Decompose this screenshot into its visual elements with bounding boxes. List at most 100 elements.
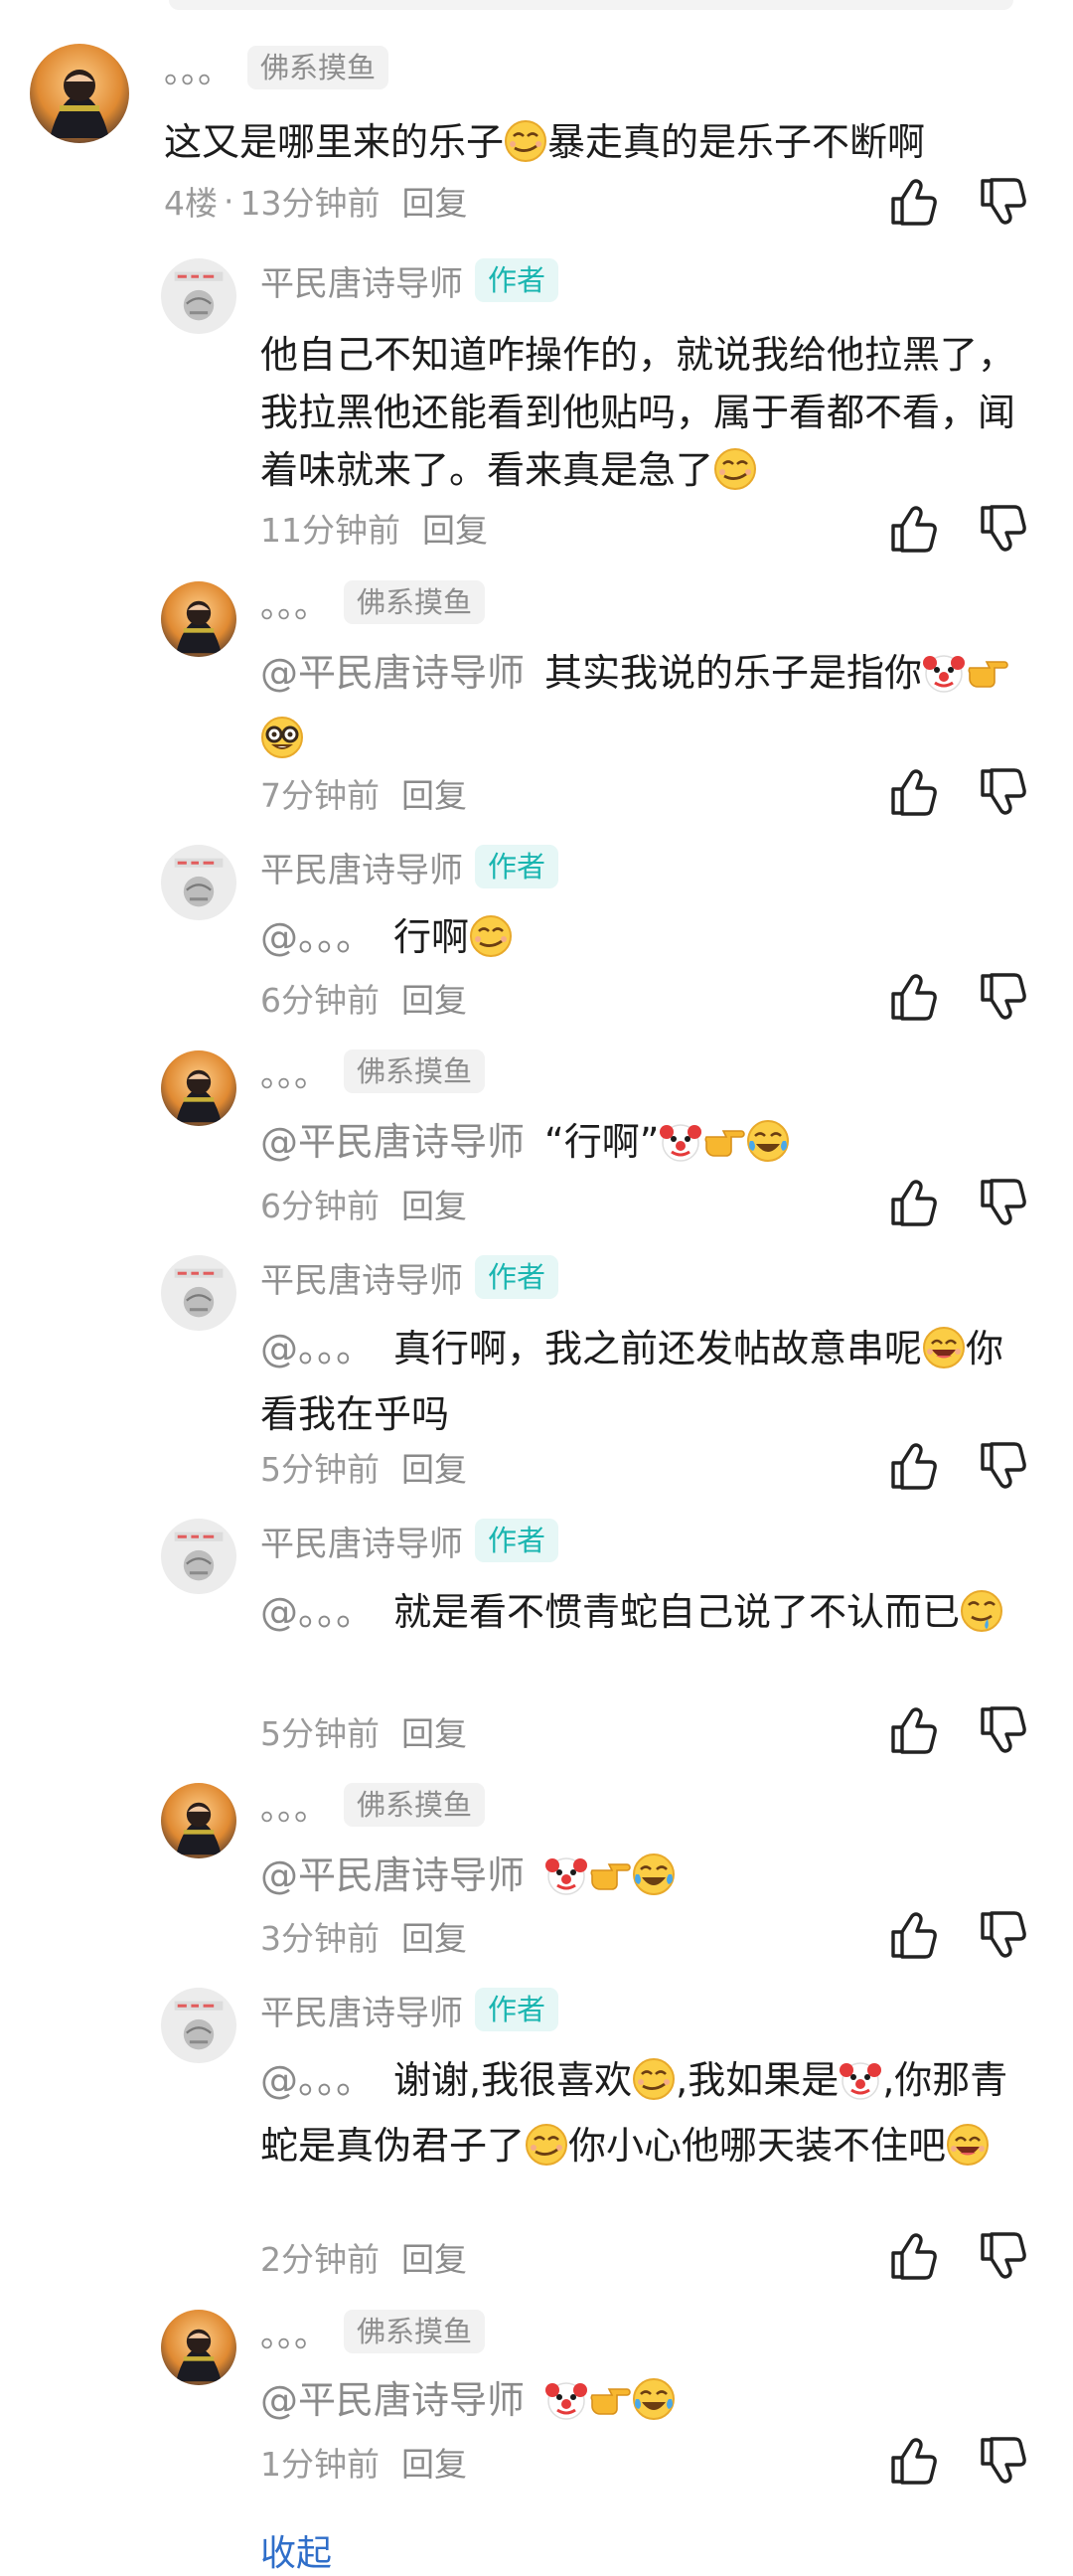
thumbs-down-icon[interactable] bbox=[977, 2434, 1030, 2488]
avatar[interactable] bbox=[161, 1988, 236, 2063]
user-badge: 佛系摸鱼 bbox=[344, 1049, 486, 1093]
pointing-right-emoji bbox=[966, 650, 1009, 710]
comment-text: @。。。 行啊 bbox=[260, 908, 1030, 974]
collapse-button[interactable]: 收起 bbox=[260, 2524, 332, 2576]
meta-separator: · bbox=[224, 181, 234, 221]
comment-text-segment: 这又是哪里来的乐子 bbox=[164, 120, 505, 164]
thumbs-down-icon[interactable] bbox=[977, 1908, 1030, 1962]
avatar[interactable] bbox=[161, 845, 236, 920]
reply-button[interactable]: 回复 bbox=[402, 177, 468, 225]
thumbs-up-icon[interactable] bbox=[887, 1439, 941, 1493]
thumbs-down-icon[interactable] bbox=[977, 2229, 1030, 2283]
thumbs-down-icon[interactable] bbox=[977, 970, 1030, 1024]
comment-text-segment: 谢谢,我很喜欢 bbox=[393, 2058, 633, 2102]
mention-link[interactable]: @。。。 bbox=[260, 915, 374, 959]
thumbs-down-icon[interactable] bbox=[977, 175, 1030, 229]
thumbs-down-icon[interactable] bbox=[977, 1439, 1030, 1493]
username[interactable]: 。。。 bbox=[164, 44, 231, 92]
comment-text: 这又是哪里来的乐子 暴走真的是乐子不断啊 bbox=[164, 113, 1028, 179]
reply-button[interactable]: 回复 bbox=[401, 1180, 467, 1227]
reply-button[interactable]: 回复 bbox=[422, 504, 488, 552]
mention-link[interactable]: @。。。 bbox=[260, 2058, 374, 2102]
nerd-face-emoji bbox=[260, 716, 304, 775]
reply-button[interactable]: 回复 bbox=[401, 2438, 467, 2486]
username[interactable]: 平民唐诗导师 bbox=[260, 256, 463, 305]
tears-of-joy-face-emoji bbox=[746, 1119, 790, 1179]
comment-text: @平民唐诗导师 其实我说的乐子是指你 bbox=[260, 644, 1030, 775]
pointing-right-emoji bbox=[588, 1852, 632, 1912]
author-badge: 作者 bbox=[475, 1988, 559, 2031]
avatar[interactable] bbox=[161, 1050, 236, 1126]
comment-time: 11分钟前 bbox=[260, 511, 400, 550]
reply-button[interactable]: 回复 bbox=[401, 1707, 467, 1755]
pointing-right-emoji bbox=[702, 1119, 746, 1179]
username[interactable]: 平民唐诗导师 bbox=[260, 1253, 463, 1302]
thumbs-up-icon[interactable] bbox=[887, 1908, 941, 1962]
thumbs-up-icon[interactable] bbox=[887, 502, 941, 556]
mention-link[interactable]: @平民唐诗导师 bbox=[260, 1853, 525, 1897]
thumbs-down-icon[interactable] bbox=[977, 765, 1030, 819]
smirk-face-emoji bbox=[632, 2057, 676, 2117]
clown-face-emoji bbox=[922, 650, 966, 710]
clown-face-emoji bbox=[659, 1119, 702, 1179]
avatar[interactable] bbox=[161, 581, 236, 657]
avatar[interactable] bbox=[30, 44, 129, 143]
user-badge: 佛系摸鱼 bbox=[344, 580, 486, 624]
reply-button[interactable]: 回复 bbox=[401, 1912, 467, 1960]
thumbs-down-icon[interactable] bbox=[977, 1176, 1030, 1229]
user-badge: 佛系摸鱼 bbox=[344, 1783, 486, 1827]
thumbs-up-icon[interactable] bbox=[887, 1176, 941, 1229]
username[interactable]: 平民唐诗导师 bbox=[260, 1517, 463, 1565]
avatar[interactable] bbox=[161, 2310, 236, 2385]
tears-of-joy-face-emoji bbox=[632, 1852, 676, 1912]
comment-text: @。。。 就是看不惯青蛇自己说了不认而已 bbox=[260, 1583, 1030, 1649]
comment-text: @。。。 真行啊，我之前还发帖故意串呢 你看我在乎吗 bbox=[260, 1320, 1030, 1443]
avatar[interactable] bbox=[161, 1255, 236, 1331]
author-badge: 作者 bbox=[475, 845, 559, 888]
comment-text: 他自己不知道咋操作的，就说我给他拉黑了，我拉黑他还能看到他贴吗，属于看都不看，闻… bbox=[260, 326, 1030, 507]
comment-time: 1分钟前 bbox=[260, 2445, 380, 2484]
username[interactable]: 。。。 bbox=[260, 1781, 328, 1830]
avatar[interactable] bbox=[161, 1519, 236, 1594]
thumbs-up-icon[interactable] bbox=[887, 970, 941, 1024]
username[interactable]: 平民唐诗导师 bbox=[260, 843, 463, 891]
reply-button[interactable]: 回复 bbox=[401, 974, 467, 1022]
mention-link[interactable]: @。。。 bbox=[260, 1327, 374, 1370]
thumbs-up-icon[interactable] bbox=[887, 175, 941, 229]
username[interactable]: 。。。 bbox=[260, 2308, 328, 2356]
drooling-face-emoji bbox=[960, 1589, 1003, 1649]
mention-link[interactable]: @平民唐诗导师 bbox=[260, 651, 525, 695]
comment-text: @平民唐诗导师 bbox=[260, 2371, 1030, 2437]
smirk-face-emoji bbox=[713, 447, 757, 507]
username[interactable]: 。。。 bbox=[260, 1047, 328, 1096]
thumbs-down-icon[interactable] bbox=[977, 1703, 1030, 1757]
avatar[interactable] bbox=[161, 258, 236, 334]
reply-button[interactable]: 回复 bbox=[401, 769, 467, 817]
comment-text-segment: 真行啊，我之前还发帖故意串呢 bbox=[393, 1327, 923, 1370]
mention-link[interactable]: @平民唐诗导师 bbox=[260, 1120, 525, 1164]
mention-link[interactable]: @。。。 bbox=[260, 1590, 374, 1634]
avatar[interactable] bbox=[161, 1783, 236, 1858]
reply-button[interactable]: 回复 bbox=[401, 1443, 467, 1491]
comment-time: 13分钟前 bbox=[239, 184, 381, 223]
mention-link[interactable]: @平民唐诗导师 bbox=[260, 2378, 525, 2422]
smirk-face-emoji bbox=[504, 119, 547, 179]
floor-number: 4楼 bbox=[164, 184, 218, 223]
thumbs-up-icon[interactable] bbox=[887, 2434, 941, 2488]
comment-text-segment: 暴走真的是乐子不断啊 bbox=[547, 120, 926, 164]
comment-text: @。。。 谢谢,我很喜欢 ,我如果是 ,你那青蛇是真伪君子了 你小心他哪天装不住吧 bbox=[260, 2051, 1030, 2182]
thumbs-up-icon[interactable] bbox=[887, 2229, 941, 2283]
thumbs-up-icon[interactable] bbox=[887, 765, 941, 819]
comment-time: 3分钟前 bbox=[260, 1919, 380, 1958]
author-badge: 作者 bbox=[475, 258, 559, 302]
comment-time: 2分钟前 bbox=[260, 2240, 380, 2279]
thumbs-up-icon[interactable] bbox=[887, 1703, 941, 1757]
comment-time: 5分钟前 bbox=[260, 1450, 380, 1489]
username[interactable]: 平民唐诗导师 bbox=[260, 1986, 463, 2034]
username[interactable]: 。。。 bbox=[260, 578, 328, 627]
reply-button[interactable]: 回复 bbox=[401, 2233, 467, 2281]
thumbs-down-icon[interactable] bbox=[977, 502, 1030, 556]
user-badge: 佛系摸鱼 bbox=[344, 2310, 486, 2353]
comment-time: 6分钟前 bbox=[260, 1187, 380, 1225]
comment-text: @平民唐诗导师 bbox=[260, 1847, 1030, 1912]
